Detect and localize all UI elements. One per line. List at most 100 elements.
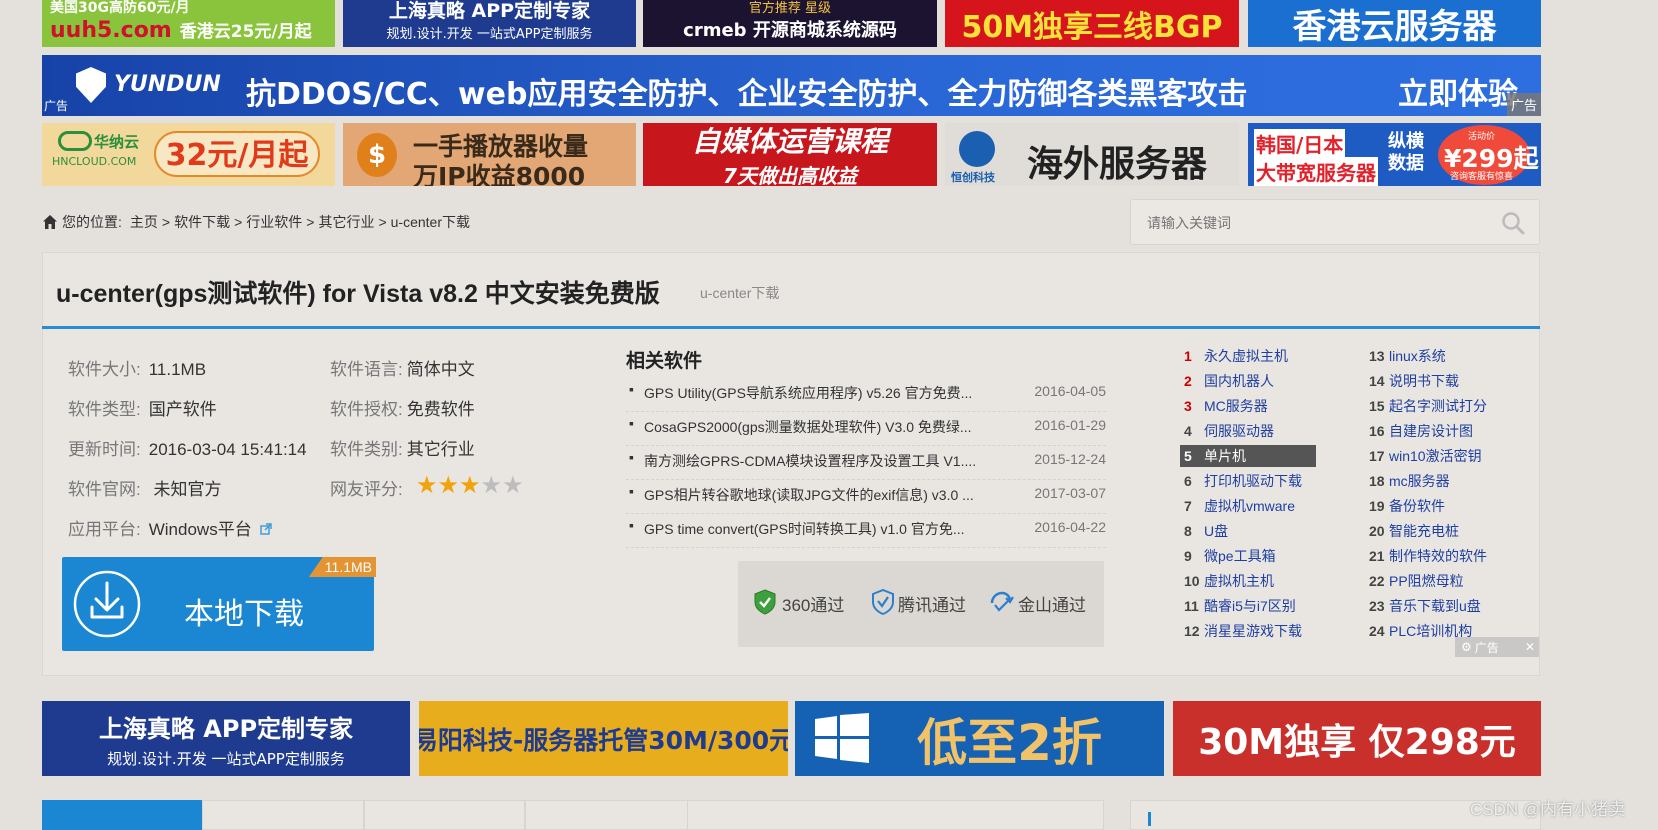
hot-item-rank: 2 [1184, 373, 1192, 389]
ad-banner-korea-japan[interactable]: 韩国/日本 大带宽服务器 纵横数据 活动价 ¥299起 咨询客服有惊喜 [1248, 123, 1541, 186]
ad-banner-yundun[interactable]: YUNDUN 抗DDOS/CC、web应用安全防护、企业安全防护、全力防御各类黑… [42, 55, 1541, 116]
hot-item[interactable]: 13 linux系统 [1365, 345, 1501, 367]
related-item[interactable]: ▪ 南方测绘GPRS-CDMA模块设置程序及设置工具 V1.... 2015-12-… [626, 445, 1106, 480]
hot-item-label[interactable]: 起名字测试打分 [1389, 398, 1487, 414]
hengchuang-logo-icon [959, 131, 995, 167]
hot-item-label[interactable]: 微pe工具箱 [1204, 548, 1276, 564]
ad-banner-hncloud[interactable]: 华纳云 HNCLOUD.COM 32元/月起 [42, 123, 335, 186]
star-empty-icon[interactable]: ★ [481, 471, 503, 501]
info-license-value: 免费软件 [406, 400, 475, 419]
ad-banner-hengchuang[interactable]: 恒创科技 海外服务器 [945, 123, 1239, 186]
external-link-icon[interactable] [260, 523, 273, 535]
ad-banner-media-course[interactable]: 自媒体运营课程 7天做出高收益 [643, 123, 937, 186]
hot-item[interactable]: 6 打印机驱动下载 [1180, 470, 1316, 492]
breadcrumb-software-download[interactable]: 软件下载 [174, 212, 230, 232]
rating-stars[interactable]: ★ ★ ★ ★ ★ [416, 471, 524, 501]
hot-item[interactable]: 16 自建房设计图 [1365, 420, 1501, 442]
related-item[interactable]: ▪ GPS time convert(GPS时间转换工具) v1.0 官方免...… [626, 513, 1106, 548]
close-icon[interactable]: ✕ [1525, 640, 1535, 654]
ad-banner-crmeb[interactable]: 官方推荐 星级 crmeb 开源商城系统源码 [643, 0, 937, 47]
hot-item[interactable]: 22 PP阻燃母粒 [1365, 570, 1501, 592]
hot-item-label[interactable]: U盘 [1204, 523, 1228, 539]
hot-item[interactable]: 19 备份软件 [1365, 495, 1501, 517]
hot-item[interactable]: 4 伺服驱动器 [1180, 420, 1316, 442]
related-item-title[interactable]: 南方测绘GPRS-CDMA模块设置程序及设置工具 V1.... [644, 451, 994, 471]
breadcrumb-other-industry[interactable]: 其它行业 [318, 212, 374, 232]
title-divider [42, 326, 1540, 329]
hot-item-label[interactable]: 虚拟机vmware [1204, 498, 1295, 514]
hot-item-label[interactable]: MC服务器 [1204, 398, 1268, 414]
bottom-tab-3[interactable] [364, 800, 525, 830]
related-item-title[interactable]: GPS相片转谷歌地球(读取JPG文件的exif信息) v3.0 ... [644, 485, 994, 505]
hot-item-label[interactable]: 备份软件 [1389, 498, 1445, 514]
hot-item[interactable]: 9 微pe工具箱 [1180, 545, 1316, 567]
hot-item[interactable]: 1 永久虚拟主机 [1180, 345, 1316, 367]
hot-item[interactable]: 2 国内机器人 [1180, 370, 1316, 392]
search-input[interactable] [1145, 211, 1479, 235]
search-icon[interactable] [1501, 211, 1525, 235]
hot-item-rank: 4 [1184, 423, 1192, 439]
related-title: 相关软件 [626, 351, 703, 372]
bottom-tab-2[interactable] [202, 800, 364, 830]
tencent-shield-icon [872, 589, 894, 615]
hot-item[interactable]: 15 起名字测试打分 [1365, 395, 1501, 417]
ad-banner-yiyang[interactable]: 易阳科技-服务器托管30M/300元 [419, 701, 788, 776]
hot-item-label[interactable]: 消星星游戏下载 [1204, 623, 1302, 639]
hot-item[interactable]: 17 win10激活密钥 [1365, 445, 1501, 467]
hot-item-label[interactable]: 打印机驱动下载 [1204, 473, 1302, 489]
hot-item-rank: 16 [1369, 423, 1385, 439]
breadcrumb-home[interactable]: 主页 [130, 212, 158, 232]
hot-item[interactable]: 20 智能充电桩 [1365, 520, 1501, 542]
hot-item[interactable]: 10 虚拟机主机 [1180, 570, 1316, 592]
ad-banner-zhenlue-bottom[interactable]: 上海真略 APP定制专家 规划.设计.开发 一站式APP定制服务 [42, 701, 410, 776]
hot-item-label[interactable]: PP阻燃母粒 [1389, 573, 1464, 589]
star-filled-icon[interactable]: ★ [416, 471, 438, 501]
hot-item-label[interactable]: 伺服驱动器 [1204, 423, 1274, 439]
hot-item-label[interactable]: 国内机器人 [1204, 373, 1274, 389]
hot-item-label[interactable]: 虚拟机主机 [1204, 573, 1274, 589]
hot-item[interactable]: 23 音乐下载到u盘 [1365, 595, 1501, 617]
ad-banner-hk-cloud[interactable]: 香港云服务器 [1248, 0, 1541, 47]
bottom-tab-4[interactable] [525, 800, 688, 830]
breadcrumb-sep: > [378, 214, 387, 230]
bottom-tab-1[interactable] [42, 800, 202, 830]
local-download-button[interactable]: 本地下载 11.1MB [62, 557, 376, 651]
breadcrumb-current[interactable]: u-center下载 [391, 212, 470, 232]
ad-banner-uuh5[interactable]: 美国30G高防60元/月 uuh5.com 香港云25元/月起 [42, 0, 335, 47]
hot-item-label[interactable]: 智能充电桩 [1389, 523, 1459, 539]
hot-item[interactable]: 18 mc服务器 [1365, 470, 1501, 492]
related-item-title[interactable]: GPS time convert(GPS时间转换工具) v1.0 官方免... [644, 519, 994, 539]
hot-item-label[interactable]: linux系统 [1389, 348, 1446, 364]
hot-item[interactable]: 21 制作特效的软件 [1365, 545, 1501, 567]
hot-item[interactable]: 3 MC服务器 [1180, 395, 1316, 417]
hot-item[interactable]: 5 单片机 [1180, 445, 1316, 467]
hot-item-label[interactable]: 单片机 [1204, 448, 1246, 464]
related-item[interactable]: ▪ CosaGPS2000(gps测量数据处理软件) V3.0 免费绿... 201… [626, 411, 1106, 446]
hot-item[interactable]: 7 虚拟机vmware [1180, 495, 1316, 517]
hot-item-label[interactable]: 自建房设计图 [1389, 423, 1473, 439]
hot-item-label[interactable]: 制作特效的软件 [1389, 548, 1487, 564]
ad-banner-30m[interactable]: 30M独享 仅298元 [1173, 701, 1541, 776]
star-empty-icon[interactable]: ★ [502, 471, 524, 501]
ad-banner-zhenlue-top[interactable]: 上海真略 APP定制专家 规划.设计.开发 一站式APP定制服务 [343, 0, 636, 47]
hot-item[interactable]: 12 消星星游戏下载 [1180, 620, 1316, 642]
related-item-title[interactable]: CosaGPS2000(gps测量数据处理软件) V3.0 免费绿... [644, 417, 994, 437]
star-filled-icon[interactable]: ★ [459, 471, 481, 501]
related-item[interactable]: ▪ GPS Utility(GPS导航系统应用程序) v5.26 官方免费... 2… [626, 377, 1106, 412]
hot-item-label[interactable]: win10激活密钥 [1389, 448, 1482, 464]
ad-banner-bgp[interactable]: 50M独享三线BGP [945, 0, 1239, 47]
hot-item[interactable]: 8 U盘 [1180, 520, 1316, 542]
ad-banner-windows[interactable]: 低至2折 [795, 701, 1164, 776]
breadcrumb-industry-software[interactable]: 行业软件 [246, 212, 302, 232]
related-item[interactable]: ▪ GPS相片转谷歌地球(读取JPG文件的exif信息) v3.0 ... 2017… [626, 479, 1106, 514]
related-item-title[interactable]: GPS Utility(GPS导航系统应用程序) v5.26 官方免费... [644, 383, 994, 403]
hot-item-label[interactable]: mc服务器 [1389, 473, 1450, 489]
hot-item[interactable]: 14 说明书下载 [1365, 370, 1501, 392]
hot-item[interactable]: 11 酷睿i5与i7区别 [1180, 595, 1316, 617]
hot-item-label[interactable]: 说明书下载 [1389, 373, 1459, 389]
ad-banner-player[interactable]: $ 一手播放器收量 万IP收益8000 [343, 123, 636, 186]
hot-item-label[interactable]: 永久虚拟主机 [1204, 348, 1288, 364]
star-filled-icon[interactable]: ★ [438, 471, 460, 501]
hot-item-label[interactable]: 音乐下载到u盘 [1389, 598, 1481, 614]
hot-item-label[interactable]: 酷睿i5与i7区别 [1204, 598, 1296, 614]
